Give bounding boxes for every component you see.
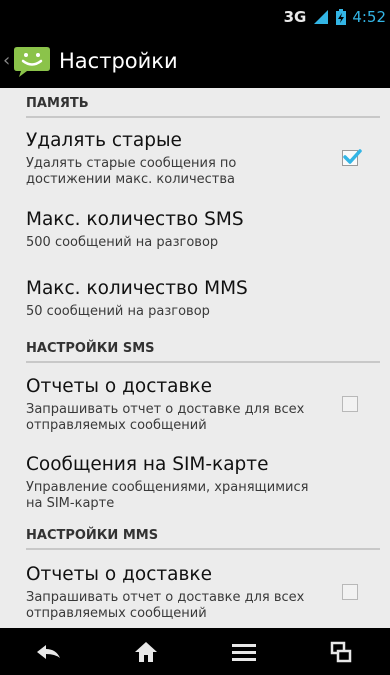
pref-sms-delivery-reports[interactable]: Отчеты о доставке Запрашивать отчет о до…	[26, 376, 390, 438]
menu-button[interactable]	[214, 632, 274, 672]
pref-title: Удалять старые	[26, 130, 182, 151]
settings-list[interactable]: ПАМЯТЬ Удалять старые Удалять старые соо…	[0, 88, 390, 628]
status-bar: 3G 4:52	[0, 0, 390, 33]
page-title: Настройки	[59, 48, 178, 73]
section-header-label: НАСТРОЙКИ SMS	[26, 341, 155, 356]
section-header-memory: ПАМЯТЬ	[26, 96, 380, 118]
section-header-label: ПАМЯТЬ	[26, 96, 89, 111]
section-header-label: НАСТРОЙКИ MMS	[26, 528, 159, 543]
messaging-app-icon[interactable]	[13, 44, 51, 78]
pref-max-sms[interactable]: Макс. количество SMS 500 сообщений на ра…	[26, 209, 390, 255]
up-caret-icon[interactable]: ‹	[3, 50, 11, 71]
signal-icon	[312, 9, 330, 25]
recent-apps-button[interactable]	[311, 632, 371, 672]
back-button[interactable]	[19, 632, 79, 672]
pref-summary: 50 сообщений на разговор	[26, 304, 210, 319]
pref-title: Отчеты о доставке	[26, 376, 212, 397]
pref-summary: Удалять старые сообщения по достижении м…	[26, 156, 237, 187]
navigation-bar	[0, 628, 390, 675]
pref-title: Макс. количество MMS	[26, 278, 248, 299]
delete-old-checkbox[interactable]	[342, 149, 362, 166]
pref-title: Отчеты о доставке	[26, 564, 212, 585]
battery-icon	[336, 8, 347, 25]
pref-summary: Управление сообщениями, хранящимися на S…	[26, 480, 309, 511]
mms-delivery-checkbox[interactable]	[342, 584, 358, 600]
menu-icon	[231, 643, 256, 661]
pref-summary: Запрашивать отчет о доставке для всех от…	[26, 590, 305, 621]
clock: 4:52	[352, 7, 386, 26]
pref-summary: Запрашивать отчет о доставке для всех от…	[26, 402, 305, 433]
home-button[interactable]	[116, 632, 176, 672]
network-type: 3G	[283, 7, 307, 26]
pref-mms-delivery-reports[interactable]: Отчеты о доставке Запрашивать отчет о до…	[26, 564, 390, 626]
pref-max-mms[interactable]: Макс. количество MMS 50 сообщений на раз…	[26, 278, 390, 324]
recent-apps-icon	[331, 641, 352, 662]
section-header-sms: НАСТРОЙКИ SMS	[26, 341, 380, 363]
pref-title: Сообщения на SIM-карте	[26, 454, 269, 475]
pref-summary: 500 сообщений на разговор	[26, 235, 219, 250]
home-icon	[135, 641, 158, 662]
action-bar[interactable]: ‹ Настройки	[0, 33, 390, 88]
pref-delete-old[interactable]: Удалять старые Удалять старые сообщения …	[26, 130, 390, 192]
section-header-mms: НАСТРОЙКИ MMS	[26, 528, 380, 550]
pref-sim-messages[interactable]: Сообщения на SIM-карте Управление сообще…	[26, 454, 390, 516]
sms-delivery-checkbox[interactable]	[342, 396, 358, 412]
back-icon	[36, 644, 60, 659]
pref-title: Макс. количество SMS	[26, 209, 244, 230]
